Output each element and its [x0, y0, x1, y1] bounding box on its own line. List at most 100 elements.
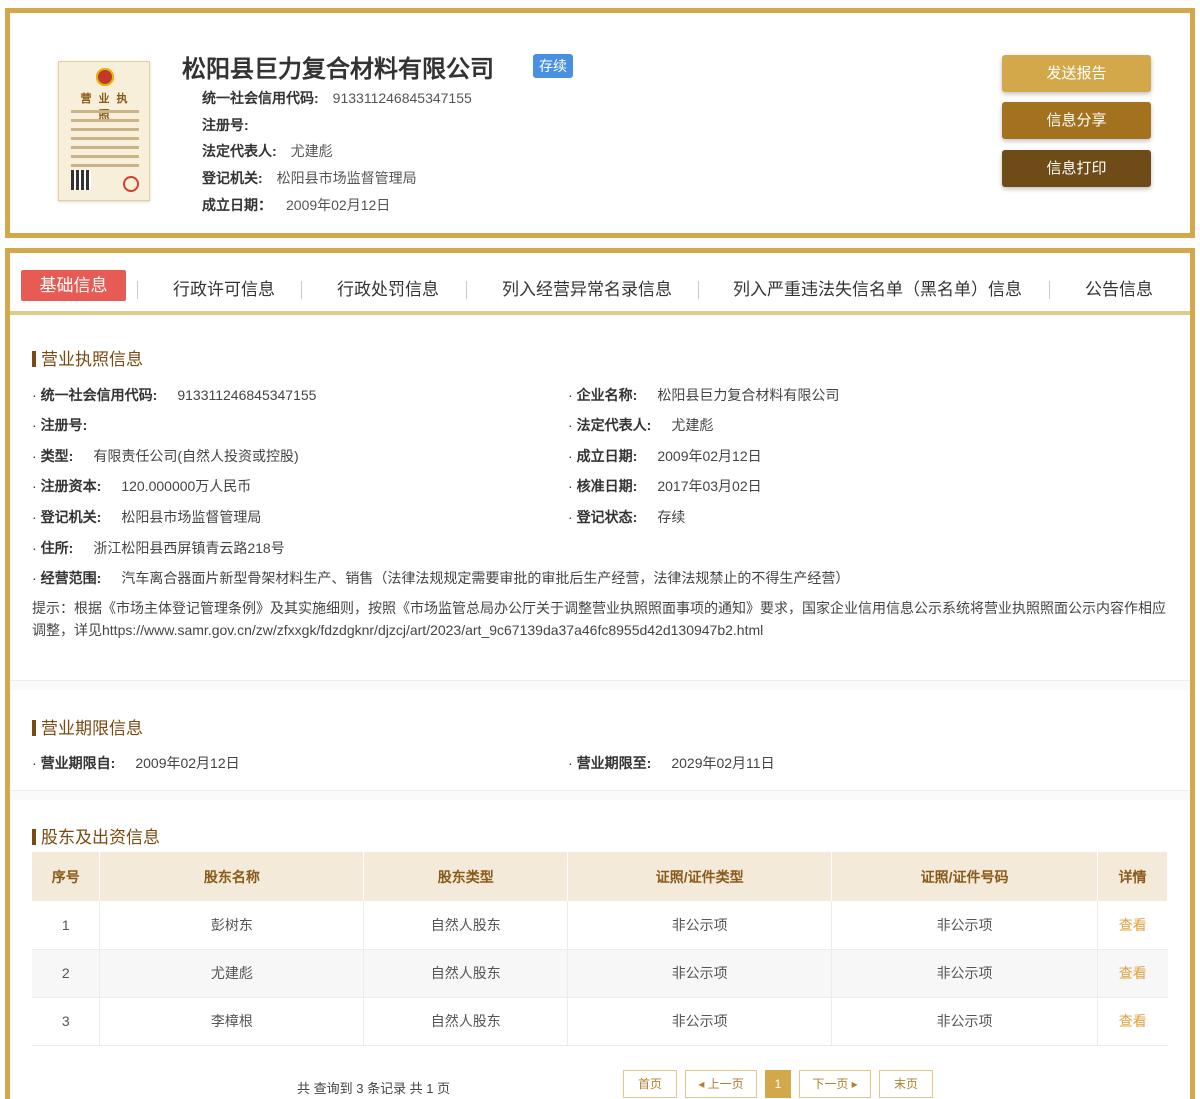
field-label: 营业期限自: — [40, 755, 116, 771]
field-capital: · 注册资本: 120.000000万人民币 — [32, 478, 252, 494]
field-value: 存续 — [657, 509, 686, 525]
field-value: 汽车离合器面片新型骨架材料生产、销售（法律法规规定需要审批的审批后生产经营，法律… — [121, 570, 850, 586]
cell-id-no: 非公示项 — [831, 901, 1098, 950]
tab-blacklist[interactable]: 列入严重违法失信名单（黑名单）信息 — [733, 275, 1022, 300]
header-authority: 登记机关: 松阳县市场监督管理局 — [202, 168, 417, 188]
field-label: 成立日期: — [576, 448, 638, 464]
tab-basic-info[interactable]: 基础信息 — [21, 270, 126, 301]
cell-detail: 查看 — [1097, 949, 1168, 998]
tab-divider — [1049, 281, 1050, 299]
header-legal-rep-value: 尤建彪 — [290, 143, 333, 159]
field-term-from: · 营业期限自: 2009年02月12日 — [32, 755, 240, 771]
field-value: 尤建彪 — [671, 417, 714, 433]
tab-admin-penalty[interactable]: 行政处罚信息 — [337, 275, 439, 300]
share-info-button[interactable]: 信息分享 — [1002, 102, 1151, 139]
next-page-button[interactable]: 下一页 ▸ — [799, 1070, 871, 1098]
cell-name: 李樟根 — [99, 997, 365, 1046]
field-reg-status: · 登记状态: 存续 — [568, 509, 686, 525]
field-label: 注册资本: — [40, 478, 102, 494]
shareholder-section-title: 股东及出资信息 — [32, 823, 160, 848]
field-authority: · 登记机关: 松阳县市场监督管理局 — [32, 509, 262, 525]
send-report-button[interactable]: 发送报告 — [1002, 55, 1151, 92]
first-page-button[interactable]: 首页 — [623, 1070, 677, 1098]
header-founded-label: 成立日期： — [202, 197, 272, 213]
field-value: 有限责任公司(自然人投资或控股) — [93, 448, 299, 464]
field-label: 统一社会信用代码: — [40, 387, 158, 403]
tab-announcements[interactable]: 公告信息 — [1085, 275, 1153, 300]
column-header: 证照/证件号码 — [831, 852, 1098, 901]
business-license-thumbnail[interactable]: 营 业 执 照 — [58, 61, 150, 201]
last-page-button[interactable]: 末页 — [879, 1070, 933, 1098]
field-value: 浙江松阳县西屏镇青云路218号 — [93, 540, 285, 556]
cell-no: 1 — [32, 901, 101, 950]
field-label: 经营范围: — [40, 570, 102, 586]
field-value: 2009年02月12日 — [657, 448, 762, 464]
field-value: 2009年02月12日 — [135, 755, 240, 771]
field-reg-no: · 注册号: — [32, 417, 88, 433]
column-header: 序号 — [32, 852, 101, 901]
field-label: 注册号: — [40, 417, 88, 433]
cell-type: 自然人股东 — [363, 997, 569, 1046]
status-badge: 存续 — [533, 54, 573, 78]
field-company-name: · 企业名称: 松阳县巨力复合材料有限公司 — [568, 387, 840, 403]
header-authority-label: 登记机关: — [202, 170, 263, 186]
field-value: 2029年02月11日 — [671, 755, 775, 771]
tab-admin-license[interactable]: 行政许可信息 — [173, 275, 275, 300]
section-separator — [10, 680, 1190, 690]
header-founded: 成立日期： 2009年02月12日 — [202, 195, 390, 215]
detail-card: 基础信息 行政许可信息 行政处罚信息 列入经营异常名录信息 列入严重违法失信名单… — [5, 248, 1195, 1099]
adjustment-notice: 提示：根据《市场主体登记管理条例》及其实施细则，按照《市场监管总局办公厅关于调整… — [32, 600, 1166, 638]
tab-divider — [466, 281, 467, 299]
header-legal-rep: 法定代表人: 尤建彪 — [202, 141, 333, 161]
field-approval-date: · 核准日期: 2017年03月02日 — [568, 478, 762, 494]
term-section-title: 营业期限信息 — [32, 714, 143, 739]
cell-no: 3 — [32, 997, 101, 1046]
header-credit-code: 统一社会信用代码: 913311246845347155 — [202, 88, 472, 108]
tab-divider — [698, 281, 699, 299]
field-label: 企业名称: — [576, 387, 638, 403]
official-seal-icon — [123, 176, 139, 192]
field-value: 2017年03月02日 — [657, 478, 762, 494]
cell-id-type: 非公示项 — [567, 949, 833, 998]
current-page-button[interactable]: 1 — [765, 1070, 791, 1098]
view-detail-link[interactable]: 查看 — [1119, 965, 1147, 981]
tab-abnormal-list[interactable]: 列入经营异常名录信息 — [502, 275, 672, 300]
company-header-card: 营 业 执 照 松阳县巨力复合材料有限公司 存续 统一社会信用代码: 913311… — [5, 8, 1195, 238]
shareholder-table: 序号 股东名称 股东类型 证照/证件类型 证照/证件号码 详情 1 彭树东 自然… — [32, 852, 1168, 1046]
header-credit-code-value: 913311246845347155 — [332, 90, 472, 106]
field-value: 120.000000万人民币 — [121, 478, 252, 494]
print-info-button[interactable]: 信息打印 — [1002, 150, 1151, 187]
table-row: 1 彭树东 自然人股东 非公示项 非公示项 查看 — [32, 901, 1168, 950]
field-type: · 类型: 有限责任公司(自然人投资或控股) — [32, 448, 299, 464]
header-reg-no: 注册号: — [202, 115, 263, 135]
national-emblem-icon — [96, 68, 114, 86]
table-header-row: 序号 股东名称 股东类型 证照/证件类型 证照/证件号码 详情 — [32, 852, 1168, 901]
field-label: 类型: — [40, 448, 74, 464]
field-label: 核准日期: — [576, 478, 638, 494]
license-text-lines — [71, 110, 139, 173]
field-value: 松阳县市场监督管理局 — [121, 509, 262, 525]
company-name: 松阳县巨力复合材料有限公司 — [182, 56, 494, 83]
section-separator — [10, 790, 1190, 800]
cell-detail: 查看 — [1097, 901, 1168, 950]
tab-divider — [301, 281, 302, 299]
divider — [10, 790, 1190, 791]
tab-bar: 基础信息 行政许可信息 行政处罚信息 列入经营异常名录信息 列入严重违法失信名单… — [10, 253, 1190, 315]
prev-page-button[interactable]: ◂ 上一页 — [685, 1070, 757, 1098]
cell-type: 自然人股东 — [363, 901, 569, 950]
cell-name: 彭树东 — [99, 901, 365, 950]
cell-id-no: 非公示项 — [831, 997, 1098, 1046]
field-address: · 住所: 浙江松阳县西屏镇青云路218号 — [32, 540, 285, 556]
field-label: 登记机关: — [40, 509, 102, 525]
view-detail-link[interactable]: 查看 — [1119, 917, 1147, 933]
qr-code-icon — [71, 170, 91, 190]
view-detail-link[interactable]: 查看 — [1119, 1013, 1147, 1029]
cell-id-type: 非公示项 — [567, 997, 833, 1046]
cell-no: 2 — [32, 949, 101, 998]
cell-id-type: 非公示项 — [567, 901, 833, 950]
field-legal-rep: · 法定代表人: 尤建彪 — [568, 417, 714, 433]
field-label: 营业期限至: — [576, 755, 652, 771]
field-term-to: · 营业期限至: 2029年02月11日 — [568, 755, 775, 771]
field-value: 913311246845347155 — [177, 387, 317, 403]
cell-detail: 查看 — [1097, 997, 1168, 1046]
